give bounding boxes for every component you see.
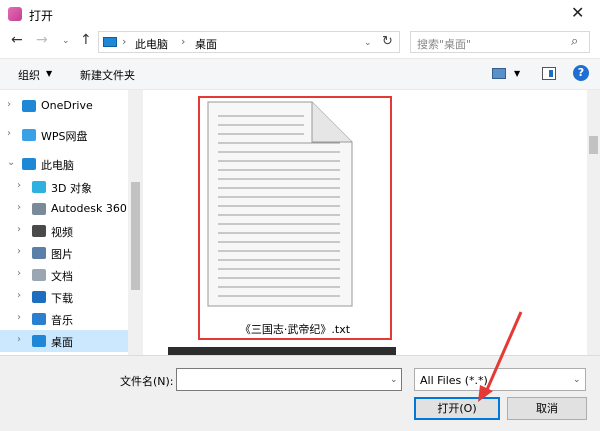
close-icon[interactable]: ✕ [571,3,584,22]
breadcrumb-desktop[interactable]: 桌面 [195,36,217,52]
breadcrumb-chevron-icon[interactable]: › [181,35,185,48]
cloud-icon [22,129,36,141]
expand-chevron-icon[interactable]: › [17,246,21,257]
expand-chevron-icon[interactable]: › [17,290,21,301]
nav-item-label: 此电脑 [41,159,74,172]
text-file-icon [207,101,353,307]
search-placeholder: 搜索"桌面" [417,38,472,51]
nav-item[interactable]: › WPS网盘 [0,124,128,146]
back-arrow-icon[interactable]: ← [11,32,23,48]
cloud-drive-icon [32,203,46,215]
expand-chevron-icon[interactable]: › [17,224,21,235]
navigation-scrollbar[interactable] [128,90,143,355]
content-scrollbar[interactable] [587,90,600,355]
navigation-bar: ← → ⌄ ↑ › 此电脑 › 桌面 ⌄ ↻ 搜索"桌面" ⌕ [0,28,600,58]
help-icon[interactable]: ? [573,65,589,81]
desktop-icon [32,335,46,347]
nav-item-label: 3D 对象 [51,182,92,195]
search-input[interactable]: 搜索"桌面" ⌕ [410,31,590,53]
expand-chevron-icon[interactable]: ⌄ [7,157,15,168]
address-bar[interactable]: › 此电脑 › 桌面 ⌄ ↻ [98,31,400,53]
expand-chevron-icon[interactable]: › [17,268,21,279]
organize-button[interactable]: 组织 [18,67,40,83]
cloud-icon [22,100,36,112]
music-icon [32,313,46,325]
organize-dropdown-icon[interactable]: ▼ [46,69,52,78]
cancel-button[interactable]: 取消 [507,397,587,420]
open-button[interactable]: 打开(O) [414,397,500,420]
view-dropdown-icon[interactable]: ▼ [514,69,520,78]
nav-item[interactable]: › 3D 对象 [0,176,128,198]
partial-thumbnail [168,347,396,355]
nav-item[interactable]: › 视频 [0,220,128,242]
computer-icon [103,37,117,47]
up-arrow-icon[interactable]: ↑ [80,32,92,48]
file-type-dropdown-icon[interactable]: ⌄ [573,375,581,385]
nav-item-label: 文档 [51,270,73,283]
nav-item[interactable]: › Autodesk 360 [0,198,128,220]
file-list: 《三国志·武帝纪》.txt [143,90,587,355]
computer-icon [22,158,36,170]
file-type-value: All Files (*.*) [420,374,488,387]
file-name-dropdown-icon[interactable]: ⌄ [390,375,398,385]
nav-item[interactable]: › 文档 [0,264,128,286]
nav-item-label: 视频 [51,226,73,239]
expand-chevron-icon[interactable]: › [7,99,11,110]
command-toolbar: 组织 ▼ 新建文件夹 ▼ ? [0,58,600,90]
recent-locations-chevron-icon[interactable]: ⌄ [62,36,70,46]
picture-icon [32,247,46,259]
scrollbar-thumb[interactable] [131,182,140,290]
cube-icon [32,181,46,193]
navigation-pane: › OneDrive › WPS网盘 ⌄ 此电脑 › 3D 对象 › Autodesk 360 › 视… [0,90,143,355]
file-name-label: 文件名(N): [120,375,174,388]
dialog-footer: 文件名(N): ⌄ All Files (*.*) ⌄ 打开(O) 取消 [0,355,600,431]
preview-pane-icon[interactable] [542,67,556,80]
nav-item[interactable]: › OneDrive [0,95,128,117]
file-name-input[interactable]: ⌄ [176,368,402,391]
change-view-icon[interactable] [492,68,506,79]
nav-item-label: 下载 [51,292,73,305]
nav-item-label: Autodesk 360 [51,202,127,215]
file-item[interactable]: 《三国志·武帝纪》.txt [198,96,392,340]
address-dropdown-icon[interactable]: ⌄ [364,38,372,48]
breadcrumb-this-pc[interactable]: 此电脑 [135,36,168,52]
nav-item[interactable]: › 音乐 [0,308,128,330]
app-icon [8,7,22,21]
refresh-icon[interactable]: ↻ [382,34,393,49]
download-icon [32,291,46,303]
file-name: 《三国志·武帝纪》.txt [239,323,351,336]
nav-item-label: OneDrive [41,99,93,112]
scrollbar-thumb[interactable] [589,136,598,154]
document-icon [32,269,46,281]
file-type-select[interactable]: All Files (*.*) ⌄ [414,368,586,391]
search-icon[interactable]: ⌕ [571,34,578,49]
forward-arrow-icon[interactable]: → [36,32,48,48]
title-bar: 打开 ✕ [0,0,600,28]
expand-chevron-icon[interactable]: › [7,128,11,139]
nav-item-label: 音乐 [51,314,73,327]
nav-item-label: 图片 [51,248,73,261]
nav-item[interactable]: › 下载 [0,286,128,308]
nav-item[interactable]: ⌄ 此电脑 [0,153,128,175]
nav-item[interactable]: › 图片 [0,242,128,264]
expand-chevron-icon[interactable]: › [17,202,21,213]
video-icon [32,225,46,237]
expand-chevron-icon[interactable]: › [17,334,21,345]
nav-item[interactable]: › 桌面 [0,330,128,352]
nav-item-label: WPS网盘 [41,130,88,143]
breadcrumb-chevron-icon[interactable]: › [122,35,126,48]
expand-chevron-icon[interactable]: › [17,312,21,323]
new-folder-button[interactable]: 新建文件夹 [80,67,135,83]
nav-item-label: 桌面 [51,336,73,349]
window-title: 打开 [29,9,54,23]
expand-chevron-icon[interactable]: › [17,180,21,191]
